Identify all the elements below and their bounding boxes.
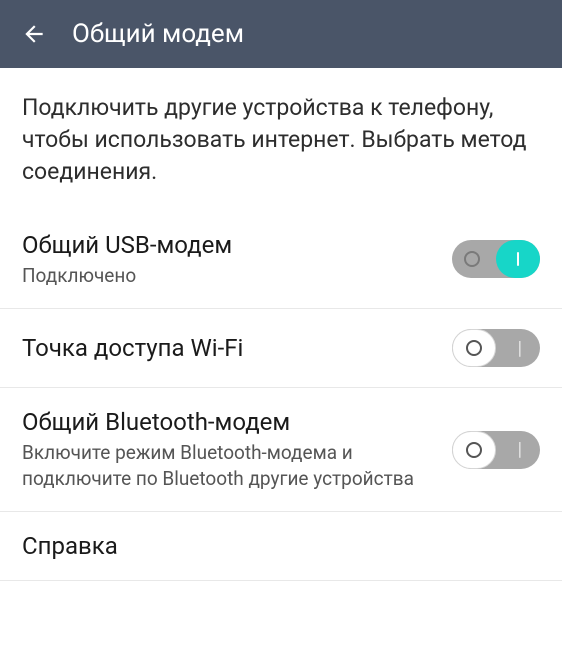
- setting-text: Точка доступа Wi-Fi: [22, 334, 452, 362]
- toggle-bluetooth[interactable]: |: [452, 431, 540, 469]
- back-button[interactable]: [20, 20, 48, 48]
- setting-title: Общий Bluetooth-модем: [22, 408, 440, 436]
- toggle-on-icon: [517, 252, 520, 266]
- setting-subtitle: Включите режим Bluetooth-модема и подклю…: [22, 440, 440, 491]
- toggle-knob: [496, 240, 540, 278]
- setting-text: Общий Bluetooth-модем Включите режим Blu…: [22, 408, 452, 491]
- setting-text: Общий USB-модем Подключено: [22, 231, 452, 289]
- description-text: Подключить другие устройства к телефону,…: [0, 68, 562, 211]
- toggle-on-indicator: |: [518, 338, 522, 359]
- setting-bluetooth-tethering[interactable]: Общий Bluetooth-модем Включите режим Blu…: [0, 388, 562, 512]
- toggle-off-icon: [466, 442, 482, 458]
- toggle-knob: [452, 329, 496, 367]
- toggle-knob: [452, 431, 496, 469]
- setting-help[interactable]: Справка: [0, 512, 562, 581]
- toggle-on-indicator: |: [518, 439, 522, 460]
- setting-wifi-hotspot[interactable]: Точка доступа Wi-Fi |: [0, 309, 562, 388]
- setting-title: Точка доступа Wi-Fi: [22, 334, 440, 362]
- header: Общий модем: [0, 0, 562, 68]
- toggle-off-icon: [466, 340, 482, 356]
- toggle-wifi[interactable]: |: [452, 329, 540, 367]
- toggle-usb[interactable]: [452, 240, 540, 278]
- setting-title: Справка: [22, 532, 528, 560]
- page-title: Общий модем: [72, 19, 244, 49]
- setting-usb-tethering[interactable]: Общий USB-модем Подключено: [0, 211, 562, 310]
- toggle-off-indicator: [464, 251, 480, 267]
- setting-title: Общий USB-модем: [22, 231, 440, 259]
- setting-subtitle: Подключено: [22, 263, 440, 289]
- arrow-left-icon: [21, 21, 47, 47]
- setting-text: Справка: [22, 532, 540, 560]
